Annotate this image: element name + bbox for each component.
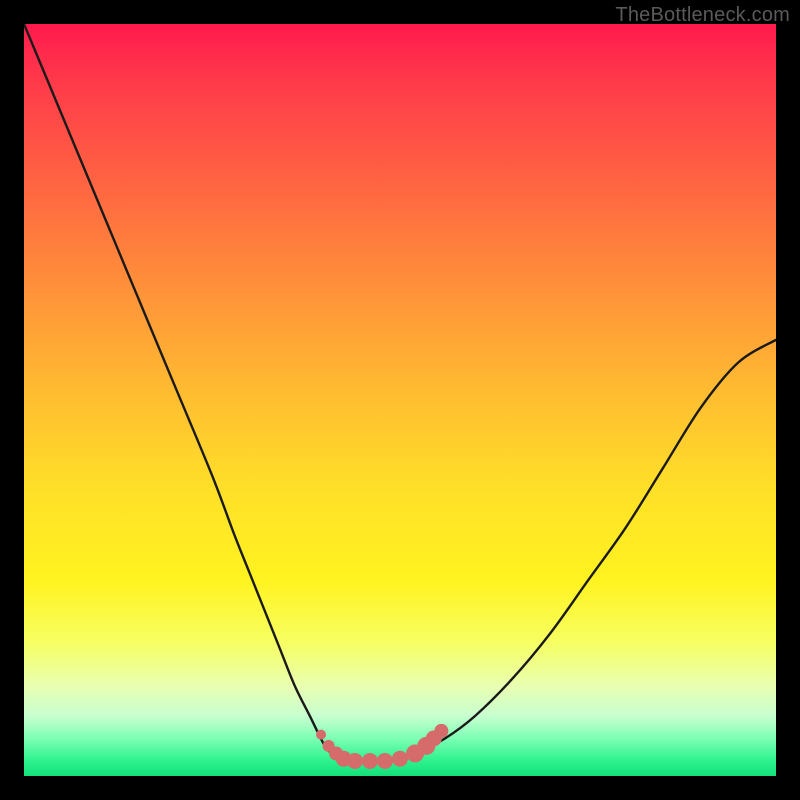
highlight-point (347, 753, 363, 769)
highlight-point (377, 753, 393, 769)
chart-svg (24, 24, 776, 776)
chart-frame (24, 24, 776, 776)
marker-group (316, 724, 448, 769)
highlight-point (434, 724, 448, 738)
bottleneck-curve (24, 24, 776, 761)
highlight-point (362, 753, 378, 769)
highlight-point (392, 751, 408, 767)
highlight-point (316, 730, 326, 740)
curve-group (24, 24, 776, 761)
watermark-text: TheBottleneck.com (615, 4, 790, 27)
